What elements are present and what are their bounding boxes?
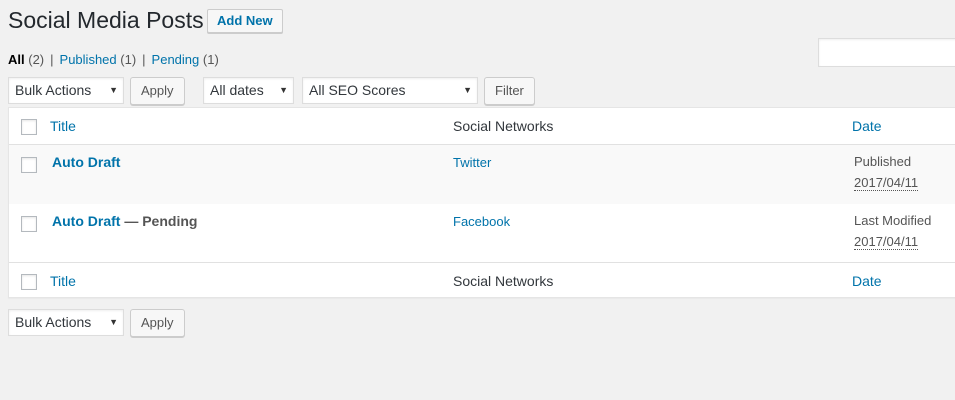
seo-filter-select[interactable]: All SEO Scores ▼ (302, 77, 478, 104)
view-separator: | (142, 52, 146, 67)
view-separator: | (50, 52, 54, 67)
add-new-button[interactable]: Add New (207, 9, 283, 33)
posts-table: Title Social Networks Date Auto Draft Tw… (8, 107, 955, 298)
page-title: Social Media Posts (8, 7, 204, 33)
social-network-link[interactable]: Facebook (453, 214, 510, 229)
apply-button-top[interactable]: Apply (130, 77, 185, 105)
bulk-actions-value: Bulk Actions (15, 314, 92, 330)
post-title: Auto Draft — Pending (52, 213, 197, 229)
view-pending[interactable]: Pending (1) (152, 52, 219, 67)
date-value: 2017/04/11 (854, 234, 919, 250)
seo-filter-value: All SEO Scores (309, 82, 406, 98)
table-row: Auto Draft Twitter Published 2017/04/11 (9, 145, 955, 204)
date-status: Published (854, 154, 912, 169)
view-all[interactable]: All (2) | (8, 52, 60, 67)
row-checkbox[interactable] (21, 216, 37, 232)
table-row: Auto Draft — Pending Facebook Last Modif… (9, 204, 955, 262)
view-pending-count[interactable]: (1) (203, 52, 219, 67)
view-filters: All (2) | Published (1) | Pending (1) (8, 52, 219, 67)
chevron-down-icon: ▼ (109, 317, 118, 327)
view-all-count: (2) (28, 52, 45, 67)
column-social-networks-footer: Social Networks (453, 273, 554, 289)
column-social-networks: Social Networks (453, 118, 554, 134)
view-published-link[interactable]: Published (60, 52, 117, 67)
date-value: 2017/04/11 (854, 175, 919, 191)
bulk-actions-select-bottom[interactable]: Bulk Actions ▼ (8, 309, 124, 336)
chevron-down-icon: ▼ (463, 85, 472, 95)
column-date-sort[interactable]: Date (852, 118, 882, 134)
column-title-sort-footer[interactable]: Title (50, 273, 76, 289)
bulk-actions-select-top[interactable]: Bulk Actions ▼ (8, 77, 124, 104)
column-title-sort[interactable]: Title (50, 118, 76, 134)
chevron-down-icon: ▼ (279, 85, 288, 95)
post-title-link[interactable]: Auto Draft (52, 213, 120, 229)
dates-filter-value: All dates (210, 82, 264, 98)
search-input[interactable] (818, 38, 955, 67)
table-footer: Title Social Networks Date (9, 262, 955, 298)
post-title: Auto Draft (52, 154, 120, 170)
chevron-down-icon: ▼ (109, 85, 118, 95)
view-published[interactable]: Published (1) | (60, 52, 152, 67)
view-published-count[interactable]: (1) (120, 52, 136, 67)
column-date-sort-footer[interactable]: Date (852, 273, 882, 289)
post-state: — Pending (120, 213, 198, 229)
select-all-checkbox-footer[interactable] (21, 274, 37, 290)
social-network-link[interactable]: Twitter (453, 155, 491, 170)
view-all-link[interactable]: All (8, 52, 25, 67)
date-status: Last Modified (854, 213, 932, 228)
row-checkbox[interactable] (21, 157, 37, 173)
dates-filter-select[interactable]: All dates ▼ (203, 77, 294, 104)
bulk-actions-value: Bulk Actions (15, 82, 92, 98)
post-title-link[interactable]: Auto Draft (52, 154, 120, 170)
table-header: Title Social Networks Date (9, 108, 955, 145)
select-all-checkbox[interactable] (21, 119, 37, 135)
view-pending-link[interactable]: Pending (152, 52, 200, 67)
filter-button[interactable]: Filter (484, 77, 535, 105)
apply-button-bottom[interactable]: Apply (130, 309, 185, 337)
